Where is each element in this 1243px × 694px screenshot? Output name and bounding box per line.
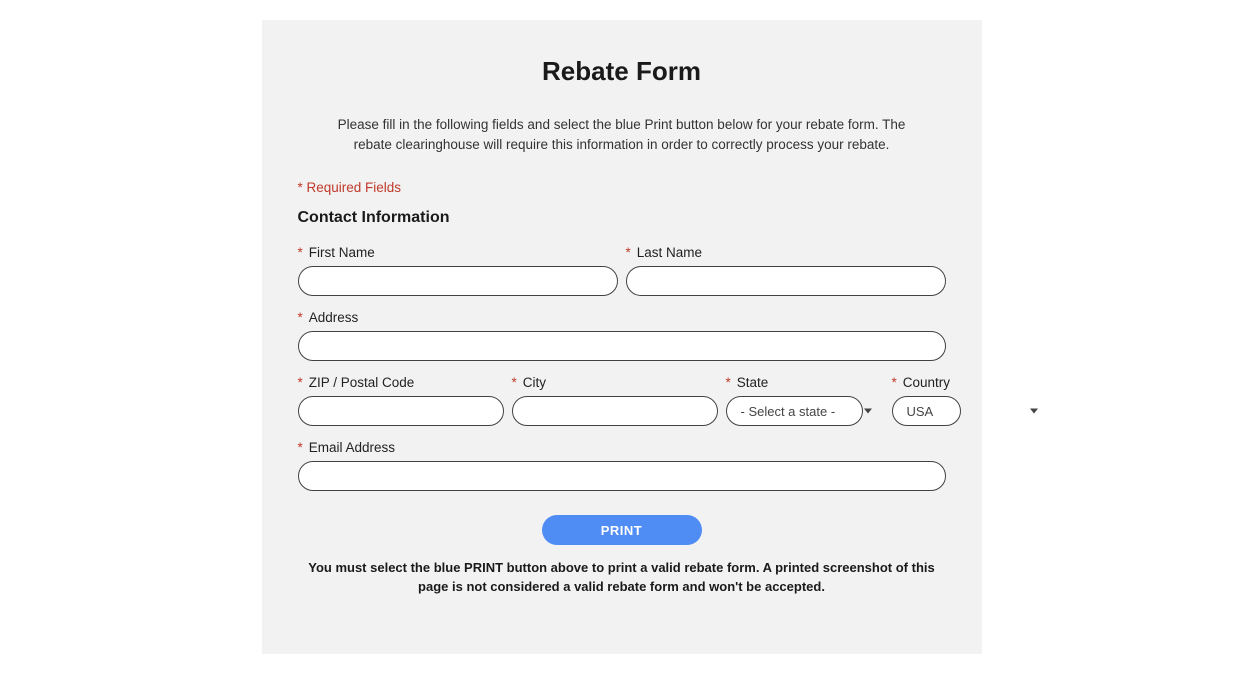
required-star-icon: * [298, 310, 303, 325]
last-name-label: *Last Name [626, 245, 946, 260]
email-input[interactable] [298, 461, 946, 491]
required-star-icon: * [512, 375, 517, 390]
required-star-icon: * [298, 375, 303, 390]
required-star-icon: * [298, 245, 303, 260]
city-label: *City [512, 375, 718, 390]
required-fields-note: * Required Fields [298, 180, 946, 195]
first-name-label: *First Name [298, 245, 618, 260]
last-name-input[interactable] [626, 266, 946, 296]
rebate-form-panel: Rebate Form Please fill in the following… [262, 20, 982, 654]
intro-text: Please fill in the following fields and … [332, 115, 912, 154]
page-title: Rebate Form [298, 56, 946, 87]
state-select[interactable]: - Select a state - [726, 396, 863, 426]
address-input[interactable] [298, 331, 946, 361]
state-label: *State [726, 375, 884, 390]
required-star-icon: * [626, 245, 631, 260]
zip-input[interactable] [298, 396, 504, 426]
country-select[interactable]: USA [892, 396, 961, 426]
print-button[interactable]: PRINT [542, 515, 702, 545]
footnote-text: You must select the blue PRINT button ab… [302, 559, 942, 597]
required-star-icon: * [726, 375, 731, 390]
email-label: *Email Address [298, 440, 946, 455]
address-label: *Address [298, 310, 946, 325]
city-input[interactable] [512, 396, 718, 426]
zip-label: *ZIP / Postal Code [298, 375, 504, 390]
required-star-icon: * [298, 440, 303, 455]
country-label: *Country [892, 375, 1050, 390]
required-star-icon: * [892, 375, 897, 390]
section-heading-contact: Contact Information [298, 209, 946, 227]
first-name-input[interactable] [298, 266, 618, 296]
